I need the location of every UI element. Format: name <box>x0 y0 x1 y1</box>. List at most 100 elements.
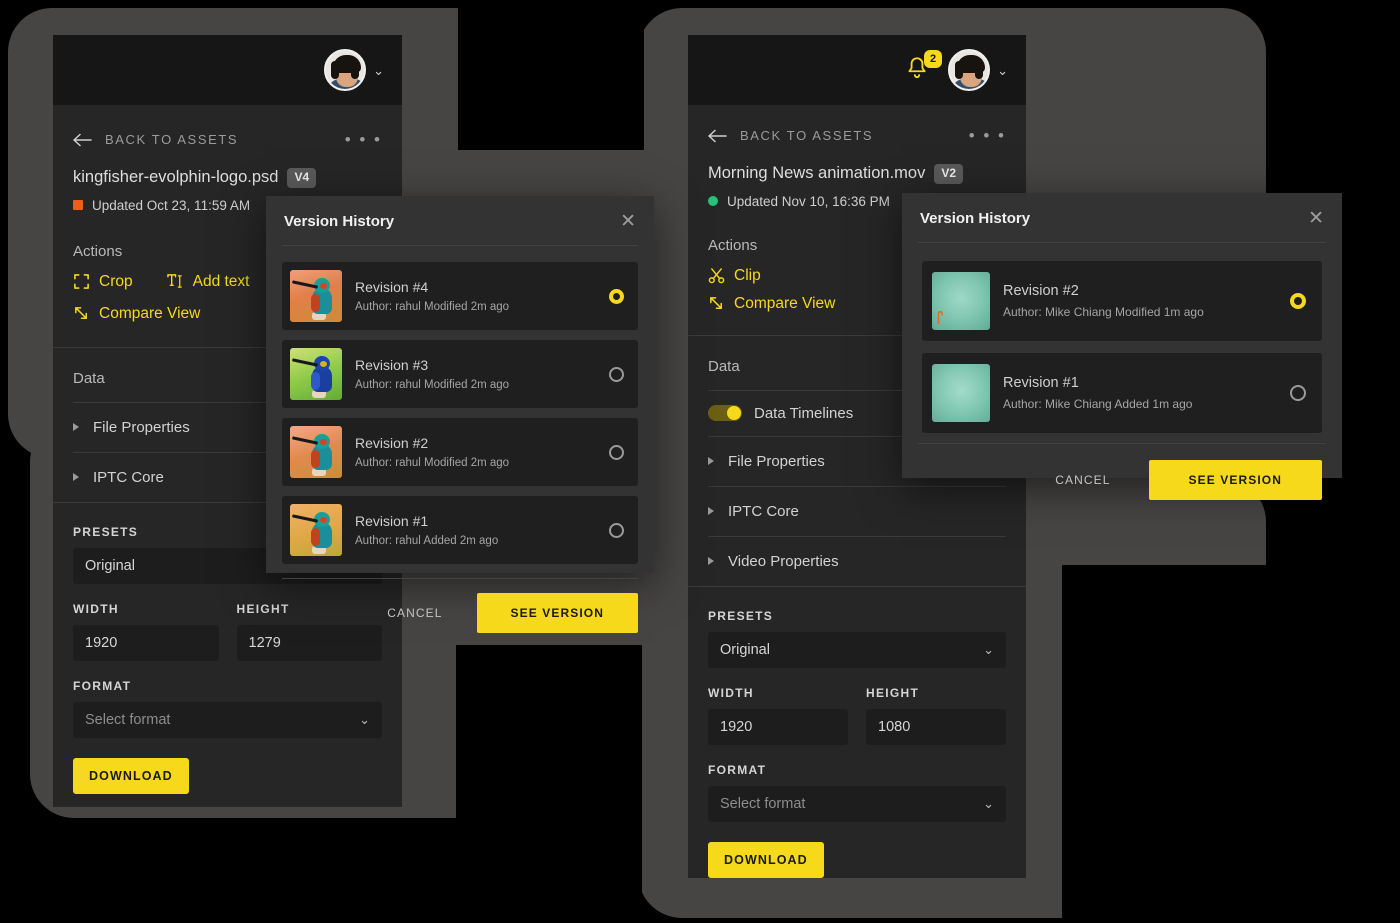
bg-cutout-top-right <box>458 0 644 150</box>
list-item[interactable]: Revision #2 Author: rahul Modified 2m ag… <box>282 418 638 486</box>
format-label: FORMAT <box>708 762 767 777</box>
revision-thumbnail <box>290 270 342 322</box>
crop-action[interactable]: Crop <box>73 273 133 291</box>
revision-title: Revision #2 <box>355 435 429 451</box>
see-version-button[interactable]: SEE VERSION <box>476 593 638 633</box>
width-input[interactable]: 1920 <box>73 624 219 661</box>
chevron-down-icon[interactable]: ⌄ <box>373 64 384 77</box>
revision-thumbnail <box>290 348 342 400</box>
height-label: HEIGHT <box>866 685 920 700</box>
avatar[interactable] <box>324 49 367 91</box>
status-dot <box>708 196 718 207</box>
data-timelines-label: Data Timelines <box>754 404 854 422</box>
clip-label: Clip <box>734 266 761 284</box>
add-text-action[interactable]: Add text <box>166 273 249 291</box>
format-select[interactable]: Select format ⌄ <box>708 785 1006 822</box>
right-revision-list: Revision #2 Author: Mike Chiang Modified… <box>902 243 1342 443</box>
right-dimension-row: WIDTH 1920 HEIGHT 1080 <box>708 686 1006 745</box>
dialog-title: Version History <box>920 210 1031 227</box>
close-icon[interactable]: ✕ <box>1308 209 1324 228</box>
revision-title: Revision #2 <box>1003 283 1079 299</box>
revision-radio[interactable] <box>1290 385 1306 401</box>
download-button[interactable]: DOWNLOAD <box>73 757 189 794</box>
actions-heading: Actions <box>708 236 758 254</box>
presets-value: Original <box>85 557 135 574</box>
accordion-label: IPTC Core <box>93 468 164 486</box>
version-history-dialog-right: Version History ✕ Revision #2 Author: Mi… <box>902 193 1342 500</box>
revision-meta: Author: Mike Chiang Modified 1m ago <box>1003 305 1204 319</box>
list-item[interactable]: Revision #3 Author: rahul Modified 2m ag… <box>282 340 638 408</box>
clip-action[interactable]: Clip <box>708 267 761 285</box>
revision-radio[interactable] <box>1290 293 1306 309</box>
bg-cutout-bottom-right <box>1062 565 1348 923</box>
compare-view-action[interactable]: Compare View <box>73 305 200 323</box>
left-account-menu[interactable]: ⌄ <box>324 49 384 91</box>
width-label: WIDTH <box>73 601 119 616</box>
compare-view-action[interactable]: Compare View <box>708 295 835 313</box>
notifications-button[interactable]: 2 <box>904 50 943 85</box>
actions-heading: Actions <box>73 242 123 260</box>
presets-select[interactable]: Original ⌄ <box>708 631 1006 668</box>
chevron-right-icon <box>708 507 714 516</box>
list-item[interactable]: Revision #1 Author: Mike Chiang Added 1m… <box>922 353 1322 433</box>
revision-text: Revision #3 Author: rahul Modified 2m ag… <box>355 357 596 391</box>
arrow-left-icon <box>708 129 727 142</box>
crop-label: Crop <box>99 272 133 290</box>
list-item[interactable]: Revision #4 Author: rahul Modified 2m ag… <box>282 262 638 330</box>
left-file-row: kingfisher-evolphin-logo.psd V4 <box>53 148 402 188</box>
revision-thumbnail <box>290 426 342 478</box>
screenshot-canvas: ⌄ BACK TO ASSETS • • • kingfisher-evolph… <box>0 0 1400 923</box>
revision-radio[interactable] <box>609 444 624 460</box>
file-name: kingfisher-evolphin-logo.psd <box>73 168 279 187</box>
back-to-assets-button[interactable]: BACK TO ASSETS <box>73 132 238 147</box>
chevron-down-icon[interactable]: ⌄ <box>997 64 1008 77</box>
right-account-menu[interactable]: ⌄ <box>948 49 1008 91</box>
updated-text: Updated Nov 10, 16:36 PM <box>727 193 890 209</box>
back-to-assets-label: BACK TO ASSETS <box>105 132 239 147</box>
more-options-icon[interactable]: • • • <box>345 131 382 148</box>
version-history-dialog-left: Version History ✕ Revision #4 Author: ra… <box>266 196 654 633</box>
download-button[interactable]: DOWNLOAD <box>708 841 824 878</box>
revision-radio[interactable] <box>609 288 624 304</box>
revision-radio[interactable] <box>609 522 624 538</box>
list-item[interactable]: Revision #1 Author: rahul Added 2m ago <box>282 496 638 564</box>
chevron-right-icon <box>708 557 714 566</box>
bg-cutout-mid <box>456 645 642 923</box>
scissors-icon <box>708 268 725 284</box>
avatar[interactable] <box>948 49 991 91</box>
revision-title: Revision #3 <box>355 357 429 373</box>
format-placeholder: Select format <box>85 711 171 728</box>
height-input[interactable]: 1080 <box>866 708 1006 745</box>
width-input[interactable]: 1920 <box>708 708 848 745</box>
see-version-button[interactable]: SEE VERSION <box>1148 460 1322 500</box>
left-dialog-footer: CANCEL SEE VERSION <box>266 579 654 651</box>
compare-view-label: Compare View <box>99 304 201 322</box>
back-to-assets-button[interactable]: BACK TO ASSETS <box>708 128 873 143</box>
chevron-right-icon <box>73 423 79 432</box>
revision-text: Revision #2 Author: Mike Chiang Modified… <box>1003 283 1277 319</box>
chevron-right-icon <box>708 457 714 466</box>
left-topbar: ⌄ <box>53 35 402 105</box>
accordion-label: Video Properties <box>728 552 839 570</box>
close-icon[interactable]: ✕ <box>620 212 636 231</box>
cancel-button[interactable]: CANCEL <box>1047 463 1118 497</box>
presets-label: PRESETS <box>708 608 774 623</box>
more-options-icon[interactable]: • • • <box>969 127 1006 144</box>
accordion-video-properties[interactable]: Video Properties <box>688 537 1026 586</box>
crop-icon <box>74 274 89 290</box>
accordion-label: File Properties <box>728 452 825 470</box>
width-field-group: WIDTH 1920 <box>708 686 848 745</box>
cancel-button[interactable]: CANCEL <box>379 596 450 630</box>
revision-radio[interactable] <box>609 366 624 382</box>
right-dialog-header: Version History ✕ <box>902 193 1342 242</box>
status-dot <box>73 200 83 211</box>
compare-view-label: Compare View <box>734 294 836 312</box>
list-item[interactable]: Revision #2 Author: Mike Chiang Modified… <box>922 261 1322 341</box>
revision-meta: Author: rahul Modified 2m ago <box>355 457 510 469</box>
chevron-down-icon: ⌄ <box>983 641 994 657</box>
revision-thumbnail <box>932 364 990 422</box>
left-revision-list: Revision #4 Author: rahul Modified 2m ag… <box>266 246 654 578</box>
data-timelines-switch[interactable] <box>708 405 742 422</box>
format-select[interactable]: Select format ⌄ <box>73 701 382 738</box>
revision-text: Revision #4 Author: rahul Modified 2m ag… <box>355 279 596 313</box>
